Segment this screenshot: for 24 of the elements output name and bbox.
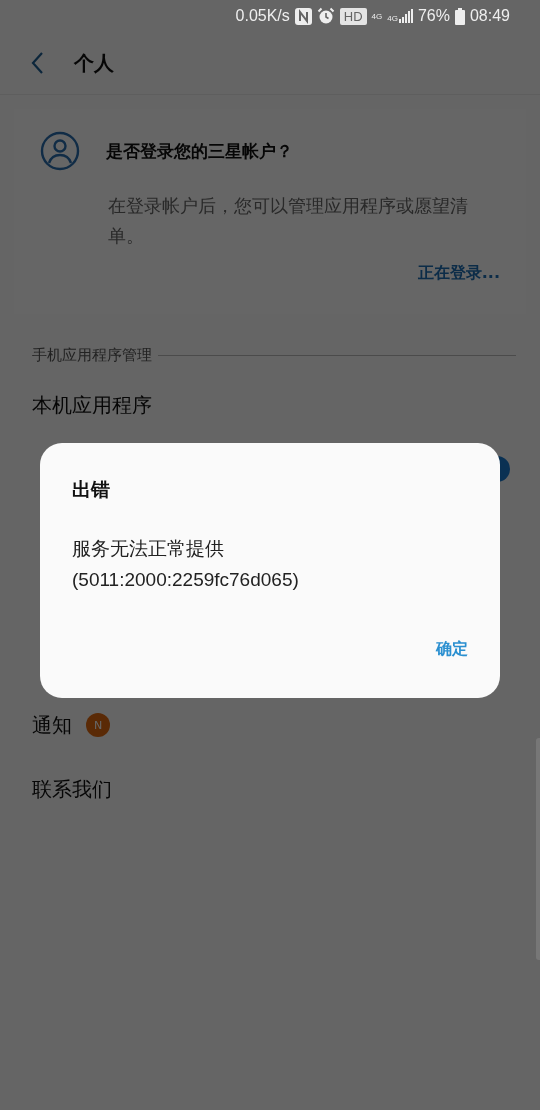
data-label: 4G (371, 11, 383, 21)
menu-item[interactable]: 通知 (32, 711, 72, 739)
network-speed: 0.05K/s (235, 7, 290, 25)
page-title: 个人 (74, 49, 114, 77)
account-icon (40, 131, 80, 171)
card-title: 是否登录您的三星帐户？ (106, 139, 293, 163)
clock: 08:49 (469, 7, 510, 25)
new-badge: N (86, 713, 110, 737)
card-description: 在登录帐户后，您可以管理应用程序或愿望清单。 (108, 194, 469, 248)
dialog-message: 服务无法正常提供 (5011:2000:2259fc76d065) (72, 537, 300, 592)
sign-in-link[interactable]: 正在登录... (417, 263, 500, 284)
dialog-title: 出错 (72, 477, 111, 502)
section-title: 手机应用程序管理 (32, 346, 152, 365)
back-icon[interactable] (30, 51, 44, 75)
menu-item[interactable]: 本机应用程序 (32, 391, 152, 419)
battery-icon (454, 7, 465, 25)
alarm-icon (316, 7, 335, 25)
hd-badge: HD (339, 7, 367, 25)
menu-item[interactable]: 联系我们 (32, 775, 112, 803)
ok-button[interactable]: 确定 (436, 633, 468, 666)
battery-percent: 76% (417, 7, 450, 25)
nfc-icon (294, 7, 312, 25)
signal-label: 4G (387, 14, 398, 23)
signal-icon (398, 9, 413, 23)
